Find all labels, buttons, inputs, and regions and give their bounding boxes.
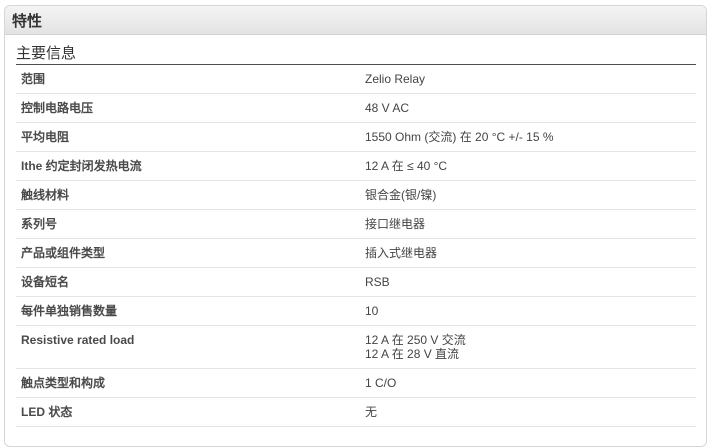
spec-label: 触点类型和构成 xyxy=(16,368,356,398)
specs-table: 范围 Zelio Relay 控制电路电压 48 V AC 平均电阻 1550 Ohm (… xyxy=(16,65,696,427)
characteristics-panel: 特性 主要信息 范围 Zelio Relay 控制电路电压 48 V AC 平均电阻 15… xyxy=(4,5,707,447)
spec-value: 接口继电器 xyxy=(356,209,696,239)
spec-value-line: 12 A 在 250 V 交流 xyxy=(365,333,466,347)
spec-value: 10 xyxy=(356,296,696,326)
spec-value-line: 12 A 在 ≤ 40 °C xyxy=(365,159,448,173)
spec-value: RSB xyxy=(356,267,696,297)
spec-label: 每件单独销售数量 xyxy=(16,296,356,326)
spec-label: 设备短名 xyxy=(16,267,356,297)
spec-value-line: 12 A 在 28 V 直流 xyxy=(365,347,460,361)
spec-label: Ithe 约定封闭发热电流 xyxy=(16,151,356,181)
spec-value-line: 48 V AC xyxy=(365,101,410,115)
spec-value-line: 1 C/O xyxy=(365,376,397,390)
spec-value-line: Zelio Relay xyxy=(365,72,426,86)
spec-value-line: 1550 Ohm (交流) 在 20 °C +/- 15 % xyxy=(365,130,554,144)
spec-row: LED 状态无 xyxy=(16,397,696,427)
spec-value-line: 接口继电器 xyxy=(365,217,426,231)
spec-value: 12 A 在 ≤ 40 °C xyxy=(356,151,696,181)
spec-value: 1 C/O xyxy=(356,368,696,398)
spec-value-line: 无 xyxy=(365,405,378,419)
spec-row: 触点类型和构成 1 C/O xyxy=(16,368,696,398)
spec-row: 范围 Zelio Relay xyxy=(16,65,696,94)
section-title: 主要信息 xyxy=(16,45,696,65)
spec-row: 控制电路电压 48 V AC xyxy=(16,93,696,123)
panel-header: 特性 xyxy=(5,6,706,35)
spec-row: Resistive rated load 12 A 在 250 V 交流 12 A … xyxy=(16,325,696,369)
specs-table-body: 范围 Zelio Relay 控制电路电压 48 V AC 平均电阻 1550 Ohm (… xyxy=(16,65,696,427)
spec-row: Ithe 约定封闭发热电流 12 A 在 ≤ 40 °C xyxy=(16,151,696,181)
spec-value-line: RSB xyxy=(365,275,390,289)
spec-label: 平均电阻 xyxy=(16,122,356,152)
spec-value: 插入式继电器 xyxy=(356,238,696,268)
spec-value: 无 xyxy=(356,397,696,427)
spec-label: 产品或组件类型 xyxy=(16,238,356,268)
spec-label: LED 状态 xyxy=(16,397,356,427)
spec-label: 触线材料 xyxy=(16,180,356,210)
spec-label: 范围 xyxy=(16,65,356,94)
spec-value: 48 V AC xyxy=(356,93,696,123)
spec-row: 产品或组件类型 插入式继电器 xyxy=(16,238,696,268)
spec-value: 1550 Ohm (交流) 在 20 °C +/- 15 % xyxy=(356,122,696,152)
spec-row: 设备短名 RSB xyxy=(16,267,696,297)
spec-value: 12 A 在 250 V 交流 12 A 在 28 V 直流 xyxy=(356,325,696,369)
spec-row: 触线材料 银合金(银/镍) xyxy=(16,180,696,210)
spec-value: 银合金(银/镍) xyxy=(356,180,696,210)
spec-label: 控制电路电压 xyxy=(16,93,356,123)
spec-value: Zelio Relay xyxy=(356,65,696,94)
spec-label: 系列号 xyxy=(16,209,356,239)
spec-value-line: 插入式继电器 xyxy=(365,246,438,260)
spec-row: 平均电阻 1550 Ohm (交流) 在 20 °C +/- 15 % xyxy=(16,122,696,152)
spec-value-line: 银合金(银/镍) xyxy=(365,188,437,202)
spec-label: Resistive rated load xyxy=(16,325,356,369)
spec-value-line: 10 xyxy=(365,304,379,318)
spec-row: 系列号 接口继电器 xyxy=(16,209,696,239)
spec-row: 每件单独销售数量 10 xyxy=(16,296,696,326)
